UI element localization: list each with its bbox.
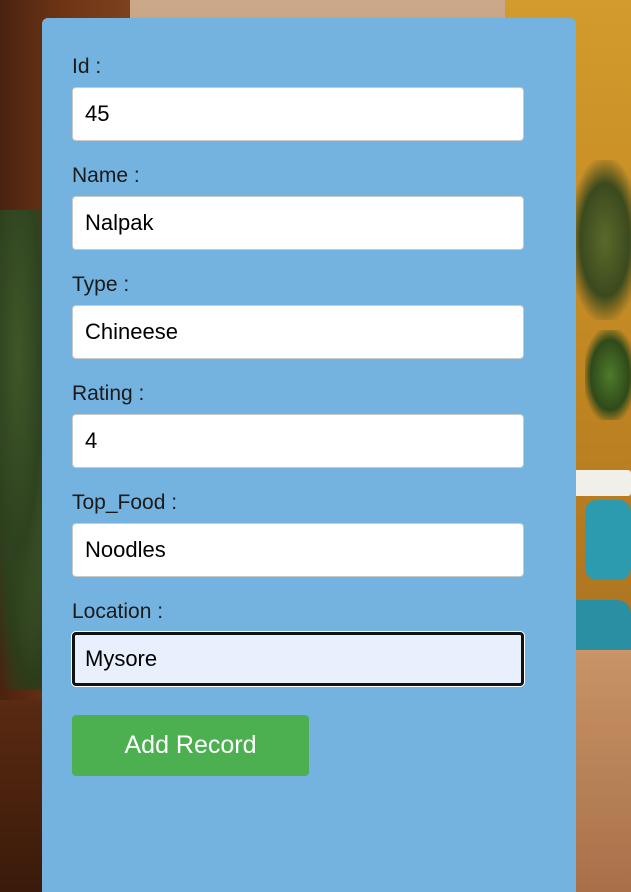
id-field-group: Id : <box>72 52 546 141</box>
id-input[interactable] <box>72 87 524 141</box>
name-label: Name : <box>72 164 140 187</box>
location-input[interactable] <box>72 632 524 686</box>
top-food-field-group: Top_Food : <box>72 488 546 577</box>
type-input[interactable] <box>72 305 524 359</box>
add-record-form: Id : Name : Type : Rating : Top_Food : L… <box>42 18 576 892</box>
location-field-group: Location : <box>72 597 546 686</box>
rating-input[interactable] <box>72 414 524 468</box>
top-food-label: Top_Food : <box>72 491 178 514</box>
type-field-group: Type : <box>72 270 546 359</box>
rating-field-group: Rating : <box>72 379 546 468</box>
background-chair <box>585 500 631 580</box>
add-record-button[interactable]: Add Record <box>72 715 309 776</box>
background-plant-right-lower <box>585 330 631 420</box>
location-label: Location : <box>72 600 164 623</box>
background-plant-right <box>570 160 631 320</box>
name-field-group: Name : <box>72 161 546 250</box>
type-label: Type : <box>72 273 130 296</box>
id-label: Id : <box>72 55 102 78</box>
rating-label: Rating : <box>72 382 145 405</box>
background-pot <box>0 700 42 892</box>
top-food-input[interactable] <box>72 523 524 577</box>
name-input[interactable] <box>72 196 524 250</box>
